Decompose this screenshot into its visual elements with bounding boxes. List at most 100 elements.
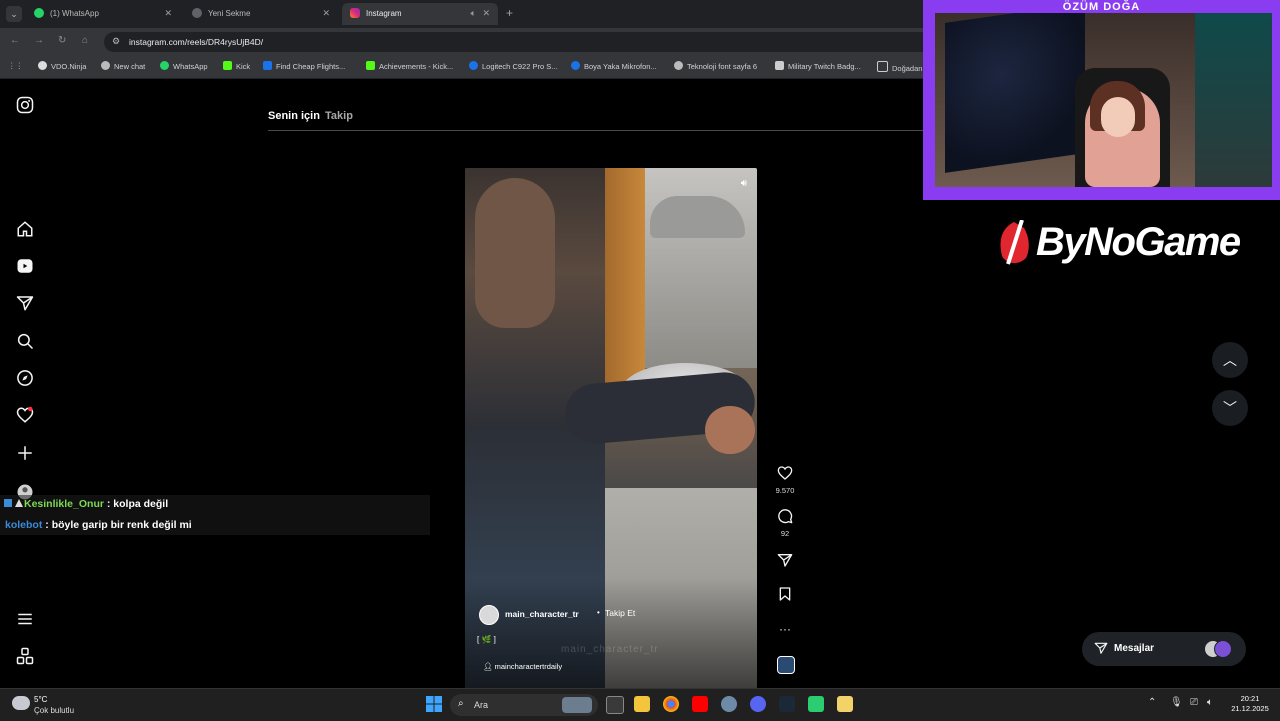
bookmark[interactable]: Military Twitch Badg...: [775, 61, 861, 71]
settings-icon[interactable]: [721, 696, 737, 712]
url-text[interactable]: instagram.com/reels/DR4rysUjB4D/: [129, 37, 263, 47]
weather-condition: Çok bulutlu: [34, 706, 75, 715]
more-options-button[interactable]: ···: [768, 620, 802, 638]
tray-chevron-icon[interactable]: ⌃: [1148, 697, 1156, 708]
menu-icon[interactable]: [16, 610, 34, 628]
tab-whatsapp[interactable]: (1) WhatsApp ✕: [26, 3, 180, 25]
original-audio-thumbnail[interactable]: [777, 656, 795, 674]
weather-widget[interactable]: 5°C Çok bulutlu: [12, 693, 92, 717]
back-icon[interactable]: ←: [10, 35, 20, 46]
share-button[interactable]: [768, 552, 802, 573]
save-button[interactable]: [768, 586, 802, 607]
bookmark[interactable]: Kick: [223, 61, 250, 71]
cloud-icon: [12, 696, 30, 710]
file-explorer-icon[interactable]: [634, 696, 650, 712]
chat-username: kolebot: [5, 519, 43, 531]
bookmark[interactable]: New chat: [101, 61, 145, 71]
network-icon[interactable]: ⎚: [1190, 697, 1198, 708]
youtube-icon[interactable]: [692, 696, 708, 712]
messages-button[interactable]: Mesajlar: [1082, 632, 1246, 666]
volume-icon[interactable]: 🔊︎: [741, 178, 747, 189]
webcam-overlay: ÖZÜM DOĞA: [923, 0, 1280, 200]
windows-taskbar: 5°C Çok bulutlu ⌕ Ara ⌃ 🎙︎ ⎚ 🔈︎ 20:21 21…: [0, 688, 1280, 721]
close-tab-icon[interactable]: ✕: [482, 8, 490, 19]
instagram-logo-icon[interactable]: [16, 96, 34, 114]
app-icon[interactable]: [808, 696, 824, 712]
tab-title: (1) WhatsApp: [50, 9, 99, 18]
site-info-icon[interactable]: ⚙: [112, 36, 120, 47]
author-name[interactable]: main_character_tr: [505, 609, 579, 619]
whatsapp-icon: [160, 61, 169, 70]
tab-instagram[interactable]: Instagram 🔈︎ ✕: [342, 3, 498, 25]
speaker-icon[interactable]: 🔈︎: [471, 8, 476, 19]
messages-label: Mesajlar: [1114, 643, 1155, 654]
previous-reel-button[interactable]: ︿: [1212, 342, 1248, 378]
windows-start-icon[interactable]: [426, 696, 442, 712]
bookmark-icon: [779, 587, 791, 601]
bookmark-folder[interactable]: Doğadan: [877, 61, 922, 73]
notes-icon[interactable]: [837, 696, 853, 712]
clock-date: 21.12.2025: [1231, 704, 1269, 713]
next-reel-button[interactable]: ﹀: [1212, 390, 1248, 426]
search-icon[interactable]: [16, 332, 34, 350]
tab-new[interactable]: Yeni Sekme ✕: [184, 3, 338, 25]
reels-icon[interactable]: [16, 257, 34, 275]
reel-audio[interactable]: 👤︎ maincharactertrdaily: [483, 662, 562, 671]
home-icon[interactable]: [16, 220, 34, 238]
close-tab-icon[interactable]: ✕: [322, 8, 330, 19]
webcam-feed: [935, 13, 1272, 187]
message-avatars: [1204, 640, 1234, 658]
bookmark[interactable]: Boya Yaka Mikrofon...: [571, 61, 657, 71]
send-icon: [777, 554, 793, 567]
author-avatar[interactable]: [479, 605, 499, 625]
bookmark[interactable]: Find Cheap Flights...: [263, 61, 345, 71]
stream-chat-overlay: Kesinlikle_Onur : kolpa değil kolebot : …: [0, 495, 430, 535]
bookmark[interactable]: WhatsApp: [160, 61, 208, 71]
forward-icon[interactable]: →: [34, 35, 44, 46]
military-icon: [775, 61, 784, 70]
reel-video[interactable]: 🔊︎ main_character_tr • Takip Et [ 🌿 ] ma…: [465, 168, 757, 688]
notifications-heart-icon[interactable]: [16, 406, 34, 424]
create-icon[interactable]: [16, 444, 34, 462]
search-placeholder: Ara: [474, 700, 489, 710]
reel-caption[interactable]: [ 🌿 ]: [477, 635, 496, 644]
apps-icon[interactable]: ⋮⋮: [8, 61, 23, 70]
separator-dot: •: [597, 608, 600, 617]
bynogame-logo-icon: [1000, 220, 1029, 265]
chrome-icon[interactable]: [663, 696, 679, 712]
chat-text: kolpa değil: [113, 498, 169, 510]
reload-icon[interactable]: ↻: [58, 35, 66, 46]
discord-icon[interactable]: [750, 696, 766, 712]
bookmark[interactable]: Teknoloji font sayfa 6: [674, 61, 757, 71]
tab-search-button[interactable]: ⌄: [6, 6, 22, 22]
taskbar-search[interactable]: ⌕ Ara: [450, 694, 598, 716]
verified-icon: [469, 61, 478, 70]
verified-icon: [571, 61, 580, 70]
system-clock[interactable]: 20:21 21.12.2025: [1226, 694, 1274, 714]
bookmark[interactable]: VDO.Ninja: [38, 61, 86, 71]
explore-icon[interactable]: [16, 369, 34, 387]
tab-title: Yeni Sekme: [208, 9, 251, 18]
send-icon[interactable]: [16, 294, 34, 312]
tab-for-you[interactable]: Senin için: [268, 110, 320, 122]
steam-icon[interactable]: [779, 696, 795, 712]
globe-icon: [192, 8, 202, 18]
also-from-meta-icon[interactable]: [16, 647, 34, 665]
home-icon[interactable]: ⌂: [82, 35, 88, 46]
bookmark[interactable]: Achievements - Kick...: [366, 61, 453, 71]
follow-button[interactable]: Takip Et: [605, 608, 635, 618]
whatsapp-icon: [34, 8, 44, 18]
openai-icon: [101, 61, 110, 70]
streamer-name: ÖZÜM DOĞA: [1062, 1, 1141, 13]
bookmark[interactable]: Logitech C922 Pro S...: [469, 61, 557, 71]
task-view-icon[interactable]: [606, 696, 624, 714]
like-button[interactable]: 9.570: [768, 465, 802, 495]
new-tab-button[interactable]: +: [506, 6, 513, 20]
chat-badges-icon: [4, 498, 24, 510]
tab-following[interactable]: Takip: [325, 110, 353, 122]
microphone-icon[interactable]: 🎙︎: [1170, 697, 1183, 708]
address-bar[interactable]: ⚙ instagram.com/reels/DR4rysUjB4D/: [104, 32, 1004, 52]
close-tab-icon[interactable]: ✕: [164, 8, 172, 19]
volume-icon[interactable]: 🔈︎: [1207, 697, 1213, 708]
comment-button[interactable]: 92: [768, 508, 802, 538]
